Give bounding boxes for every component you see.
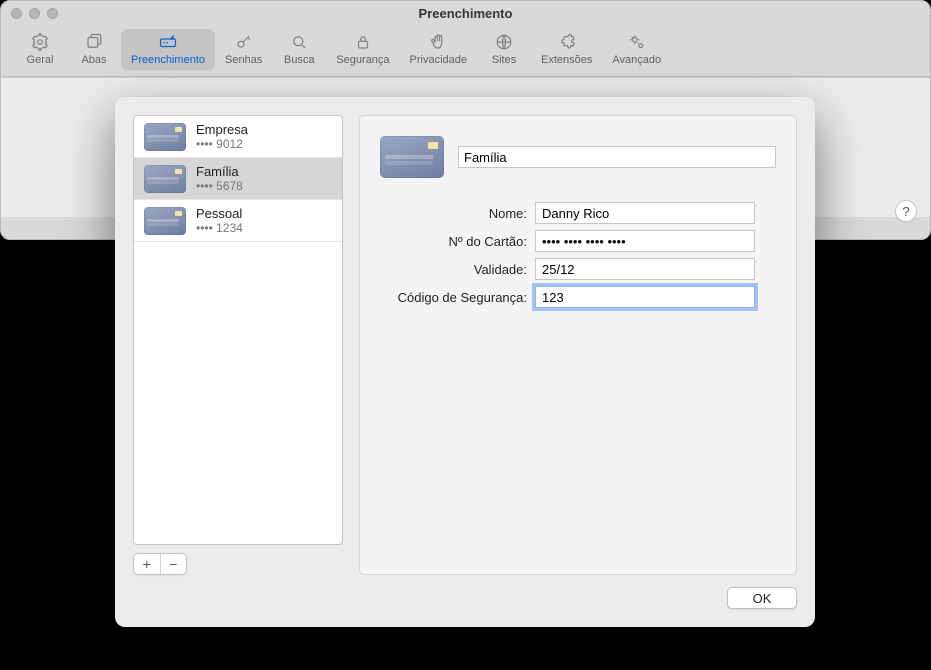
tab-label: Avançado	[612, 54, 661, 66]
tab-senhas: Senhas	[215, 29, 272, 70]
label-name: Nome:	[380, 206, 535, 221]
tab-label: Busca	[284, 54, 315, 66]
close-window-icon	[11, 8, 22, 19]
card-name: Empresa	[196, 122, 248, 137]
card-masked-digits: •••• 5678	[196, 179, 243, 193]
card-list-panel: Empresa •••• 9012 Família •••• 5678 Pess…	[133, 115, 343, 575]
minimize-window-icon	[29, 8, 40, 19]
tab-label: Abas	[81, 54, 106, 66]
tab-label: Extensões	[541, 54, 592, 66]
tab-label: Geral	[27, 54, 54, 66]
key-icon	[235, 33, 253, 51]
label-cvv: Código de Segurança:	[380, 290, 535, 305]
puzzle-icon	[558, 33, 576, 51]
gear-icon	[31, 33, 49, 51]
tab-geral: Geral	[13, 29, 67, 70]
tab-label: Segurança	[336, 54, 389, 66]
label-expiry: Validade:	[380, 262, 535, 277]
credit-card-icon	[144, 207, 186, 235]
help-label: ?	[902, 204, 909, 219]
credit-card-icon	[144, 123, 186, 151]
autofill-icon	[159, 33, 177, 51]
tab-label: Senhas	[225, 54, 262, 66]
card-number-input[interactable]	[535, 230, 755, 252]
plus-icon: +	[143, 556, 151, 572]
search-icon	[290, 33, 308, 51]
card-cvv-input[interactable]	[535, 286, 755, 308]
card-detail-pane: Nome: Nº do Cartão: Validade: Código de …	[359, 115, 797, 575]
window-controls	[11, 8, 58, 19]
tab-abas: Abas	[67, 29, 121, 70]
tab-extensoes: Extensões	[531, 29, 602, 70]
tab-busca: Busca	[272, 29, 326, 70]
card-masked-digits: •••• 9012	[196, 137, 248, 151]
gears-icon	[628, 33, 646, 51]
add-card-button[interactable]: +	[134, 554, 161, 574]
card-description-input[interactable]	[458, 146, 776, 168]
card-row-pessoal[interactable]: Pessoal •••• 1234	[134, 200, 342, 242]
card-expiry-input[interactable]	[535, 258, 755, 280]
window-title: Preenchimento	[419, 6, 513, 21]
zoom-window-icon	[47, 8, 58, 19]
add-remove-group: + −	[133, 553, 187, 575]
label-card-number: Nº do Cartão:	[380, 234, 535, 249]
titlebar: Preenchimento	[1, 1, 930, 25]
tab-label: Preenchimento	[131, 54, 205, 66]
tab-seguranca: Segurança	[326, 29, 399, 70]
credit-card-icon	[380, 136, 444, 178]
card-masked-digits: •••• 1234	[196, 221, 243, 235]
ok-button[interactable]: OK	[727, 587, 797, 609]
minus-icon: −	[169, 556, 177, 572]
remove-card-button[interactable]: −	[161, 554, 187, 574]
credit-cards-sheet: Empresa •••• 9012 Família •••• 5678 Pess…	[115, 97, 815, 627]
card-list[interactable]: Empresa •••• 9012 Família •••• 5678 Pess…	[133, 115, 343, 545]
tab-sites: Sites	[477, 29, 531, 70]
help-button: ?	[895, 200, 917, 222]
tabs-icon	[85, 33, 103, 51]
hand-icon	[429, 33, 447, 51]
ok-button-label: OK	[753, 591, 772, 606]
tab-avancado: Avançado	[602, 29, 671, 70]
card-name: Família	[196, 164, 243, 179]
preferences-toolbar: Geral Abas Preenchimento Senhas	[1, 25, 930, 77]
card-name: Pessoal	[196, 206, 243, 221]
globe-icon	[495, 33, 513, 51]
tab-label: Sites	[492, 54, 516, 66]
lock-icon	[354, 33, 372, 51]
tab-label: Privacidade	[410, 54, 467, 66]
tab-preenchimento: Preenchimento	[121, 29, 215, 70]
cardholder-name-input[interactable]	[535, 202, 755, 224]
card-row-familia[interactable]: Família •••• 5678	[134, 158, 342, 200]
card-row-empresa[interactable]: Empresa •••• 9012	[134, 116, 342, 158]
tab-privacidade: Privacidade	[400, 29, 477, 70]
credit-card-icon	[144, 165, 186, 193]
